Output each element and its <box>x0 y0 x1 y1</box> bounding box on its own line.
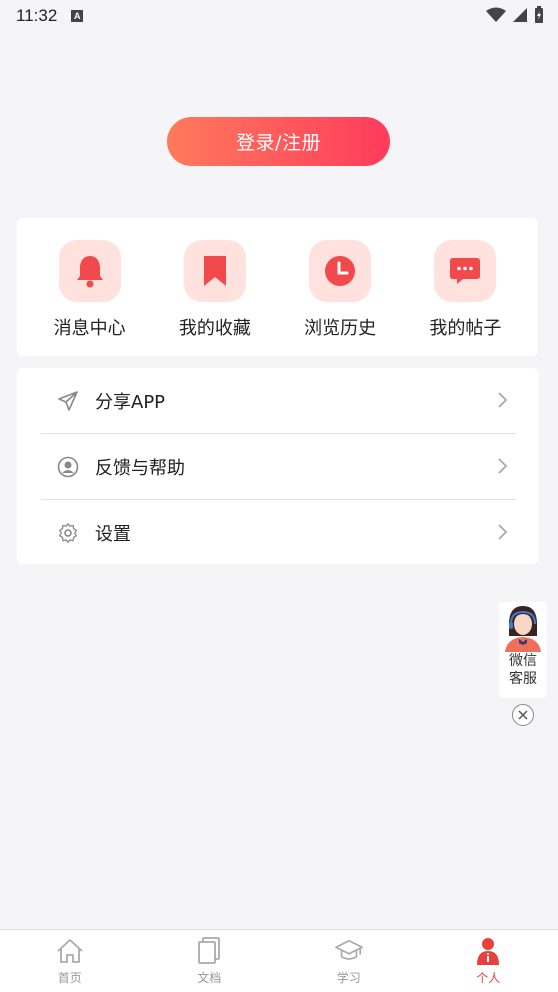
bell-icon <box>58 240 121 302</box>
wifi-icon <box>486 7 506 22</box>
tab-home[interactable]: 首页 <box>0 930 140 992</box>
menu-item-share-app[interactable]: 分享APP <box>41 368 516 433</box>
status-bar: 11:32 A <box>0 0 558 32</box>
bookmark-icon <box>183 240 246 302</box>
graduation-cap-icon <box>334 937 363 965</box>
chevron-right-icon <box>498 392 508 408</box>
quick-item-posts[interactable]: 我的帖子 <box>410 218 520 356</box>
tab-documents[interactable]: 文档 <box>140 930 280 992</box>
home-icon <box>56 937 84 965</box>
quick-item-favorites[interactable]: 我的收藏 <box>160 218 270 356</box>
notification-a-icon: A <box>71 10 84 22</box>
service-agent-avatar <box>505 606 541 652</box>
tab-learning[interactable]: 学习 <box>279 930 419 992</box>
tab-label: 首页 <box>57 971 82 985</box>
close-service-button[interactable] <box>512 704 534 726</box>
quick-item-history[interactable]: 浏览历史 <box>285 218 395 356</box>
tab-label: 学习 <box>336 971 361 985</box>
tab-label: 文档 <box>197 971 222 985</box>
quick-actions-card: 消息中心 我的收藏 浏览历史 我的帖子 <box>17 218 538 356</box>
send-icon <box>57 390 79 412</box>
quick-item-label: 消息中心 <box>53 318 126 339</box>
tab-profile[interactable]: 个人 <box>419 930 558 992</box>
menu-item-label: 反馈与帮助 <box>95 457 185 479</box>
quick-item-label: 我的收藏 <box>178 318 251 339</box>
chevron-right-icon <box>498 524 508 540</box>
menu-card: 分享APP 反馈与帮助 设置 <box>17 368 539 564</box>
user-circle-icon <box>57 456 79 478</box>
battery-icon <box>535 6 543 23</box>
signal-icon <box>513 8 527 22</box>
gear-icon <box>57 522 79 544</box>
person-icon <box>474 937 502 965</box>
menu-item-label: 设置 <box>95 523 131 545</box>
chevron-right-icon <box>498 458 508 474</box>
quick-item-label: 我的帖子 <box>429 318 502 339</box>
status-icons <box>486 6 544 24</box>
document-icon <box>195 937 223 965</box>
login-register-button[interactable]: 登录/注册 <box>167 117 390 166</box>
tab-label: 个人 <box>476 971 501 985</box>
clock-icon <box>309 240 372 302</box>
wechat-service-widget[interactable]: 微信客服 <box>499 602 547 698</box>
menu-item-feedback-help[interactable]: 反馈与帮助 <box>41 434 516 499</box>
close-icon <box>518 710 528 720</box>
quick-item-messages[interactable]: 消息中心 <box>35 218 145 356</box>
quick-item-label: 浏览历史 <box>304 318 377 339</box>
chat-bubble-icon <box>434 240 497 302</box>
service-widget-label: 微信客服 <box>509 653 537 687</box>
menu-item-label: 分享APP <box>95 391 166 413</box>
bottom-tab-bar: 首页 文档 学习 个人 <box>0 929 558 992</box>
menu-item-settings[interactable]: 设置 <box>41 500 516 565</box>
status-time: 11:32 <box>16 6 58 25</box>
